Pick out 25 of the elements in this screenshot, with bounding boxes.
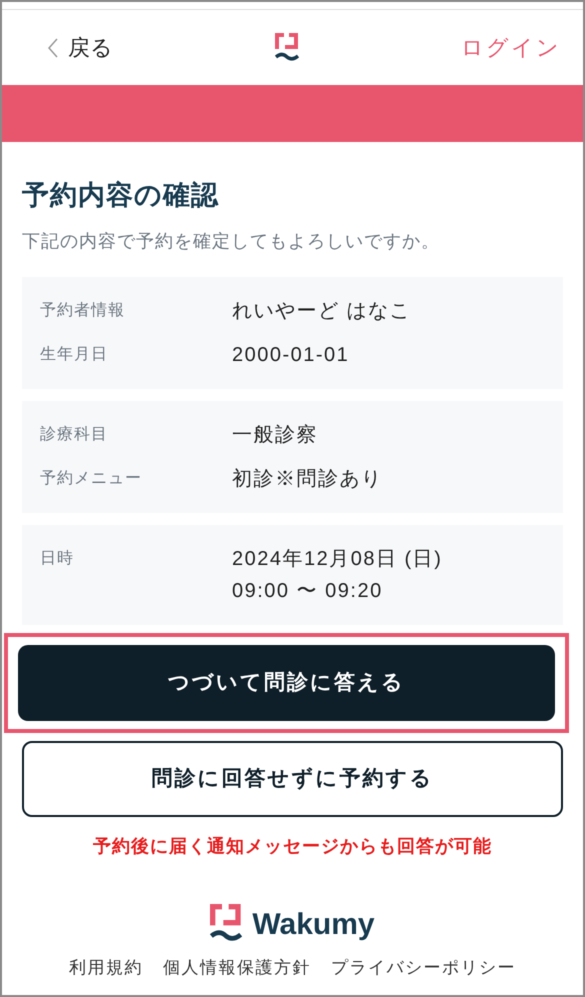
- field-value: 09:00 〜 09:20: [232, 578, 384, 604]
- field-label: 診療科目: [40, 424, 109, 444]
- brand-name: Wakumy: [252, 906, 375, 942]
- chevron-left-icon: [48, 38, 58, 58]
- note-text: 予約後に届く通知メッセージからも回答が可能: [92, 834, 493, 858]
- field-value: 2024年12月08日 (日): [232, 546, 442, 572]
- field-label: 生年月日: [40, 344, 109, 364]
- logo-icon: [275, 32, 299, 62]
- field-value: 一般診察: [232, 422, 318, 448]
- field-value: 初診※問診あり: [232, 466, 382, 492]
- footer-link[interactable]: 個人情報保護方針: [163, 954, 311, 980]
- subtitle-text: 下記の内容で予約を確定してもよろしいですか。: [22, 230, 441, 252]
- logo-icon: [210, 904, 242, 944]
- footer-link[interactable]: 利用規約: [69, 954, 143, 980]
- field-value: れいやーど はなこ: [232, 298, 412, 324]
- login-link[interactable]: ログイン: [461, 31, 561, 64]
- field-value: 2000-01-01: [232, 342, 350, 368]
- reserve-without-answer-button[interactable]: 問診に回答せずに予約する: [22, 740, 563, 816]
- field-label: 予約メニュー: [40, 468, 143, 488]
- field-label: 予約者情報: [40, 300, 126, 320]
- footer-link[interactable]: プライバシーポリシー: [331, 954, 516, 980]
- back-link[interactable]: 戻る: [48, 31, 113, 64]
- page-title: 予約内容の確認: [22, 179, 220, 212]
- answer-questionnaire-button[interactable]: つづいて問診に答える: [18, 644, 555, 720]
- field-label: 日時: [40, 548, 75, 568]
